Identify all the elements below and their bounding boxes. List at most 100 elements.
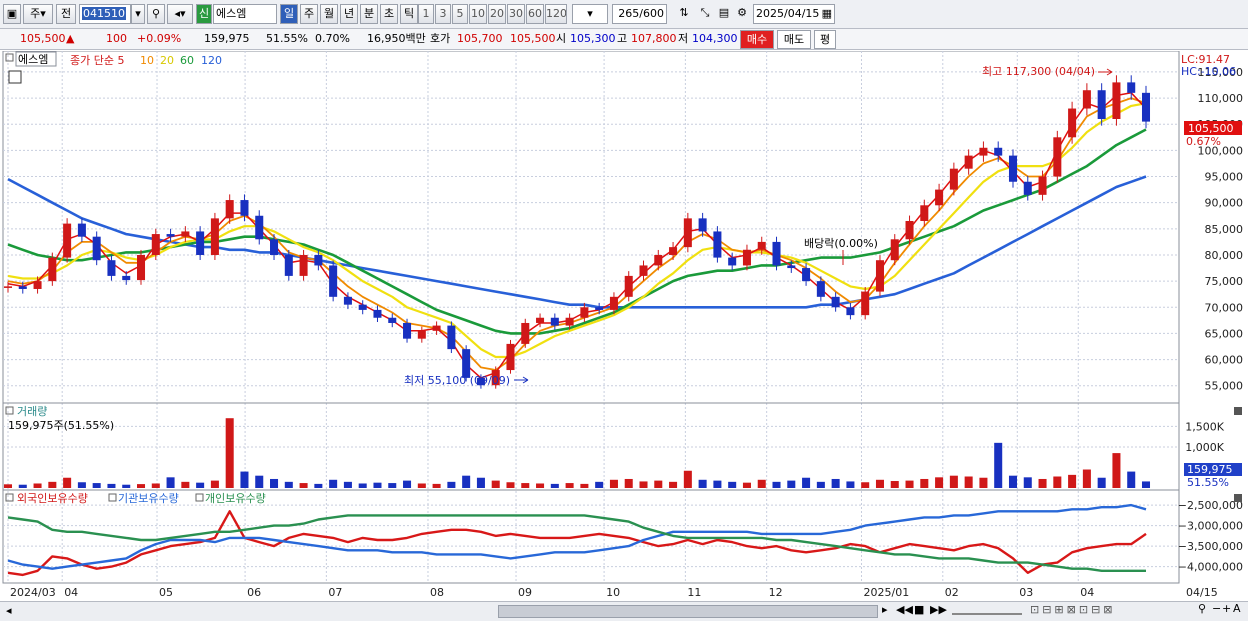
minute-tab-0[interactable]: 1 xyxy=(418,4,434,24)
minute-tab-6[interactable]: 60 xyxy=(526,4,544,24)
volume-bar xyxy=(137,484,146,488)
candle-body xyxy=(1082,90,1091,109)
volume-bar xyxy=(77,482,86,488)
candle-body xyxy=(388,317,397,323)
minute-tab-5[interactable]: 30 xyxy=(507,4,525,24)
candle-body xyxy=(329,265,338,297)
gear-icon[interactable]: ⚙ xyxy=(734,4,750,24)
volume-close-icon[interactable] xyxy=(1234,407,1242,415)
change-percent: +0.09% xyxy=(137,32,182,45)
scroll-right-icon[interactable]: ▸ xyxy=(882,603,888,616)
date-input[interactable]: 2025/04/15 ▦ xyxy=(753,4,835,24)
calendar-icon[interactable]: ▦ xyxy=(822,5,832,23)
candle-body xyxy=(314,254,323,266)
prev-button[interactable]: 전 xyxy=(56,4,76,24)
count-field[interactable]: 265/600 xyxy=(612,4,667,24)
zoom-out-icon[interactable]: − xyxy=(1212,602,1221,615)
zoom-icon[interactable]: ⇅ xyxy=(675,4,693,24)
candle-body xyxy=(831,296,840,308)
volume-bar xyxy=(299,483,308,488)
zoom-slider[interactable] xyxy=(952,607,1022,615)
candle-body xyxy=(802,268,811,282)
minute-tab-2[interactable]: 5 xyxy=(452,4,468,24)
volume-bar xyxy=(270,478,279,488)
candle-body xyxy=(595,307,604,310)
count-value: 265 xyxy=(618,7,640,20)
candle-body xyxy=(536,317,545,323)
volume-bar xyxy=(728,481,737,488)
volume-title: 거래량 xyxy=(17,405,47,418)
stop-icon[interactable]: ■ xyxy=(914,603,924,616)
layout-icon[interactable]: ▣ xyxy=(3,4,21,24)
minute-tab-3[interactable]: 10 xyxy=(469,4,487,24)
evaluate-button[interactable]: 평 xyxy=(814,30,836,49)
search-small-icon[interactable]: ⚲ xyxy=(1198,602,1206,615)
speaker-icon[interactable]: ◂▾ xyxy=(167,4,193,24)
candle-body xyxy=(772,241,781,266)
table-icon[interactable] xyxy=(8,70,22,84)
hc-value: HC:-10.06 xyxy=(1181,65,1236,78)
buy-button[interactable]: 매수 xyxy=(740,30,774,49)
candle-body xyxy=(1112,82,1121,119)
period-tab-1[interactable]: 주 xyxy=(300,4,318,24)
volume-bar xyxy=(240,471,249,488)
type-select[interactable]: 주▾ xyxy=(23,4,53,24)
minute-tab-4[interactable]: 20 xyxy=(488,4,506,24)
candle-body xyxy=(358,304,367,310)
candle-body xyxy=(122,275,131,281)
code-input[interactable]: 041510 xyxy=(79,4,131,24)
scroll-left-icon[interactable]: ◂ xyxy=(6,604,12,617)
code-dropdown-icon[interactable]: ▾ xyxy=(131,4,145,24)
volume-bar xyxy=(92,483,101,488)
price-tick-label: 55,000 xyxy=(1205,380,1244,393)
code-value: 041510 xyxy=(82,7,126,20)
candle-body xyxy=(225,200,234,219)
volume-bar xyxy=(1038,478,1047,488)
draw-tool-icon[interactable]: ⤡ xyxy=(696,4,714,24)
volume-bar xyxy=(624,478,633,488)
period-tab-4[interactable]: 분 xyxy=(360,4,378,24)
scroll-bar[interactable]: ◂ ▸ ◀◀ ■ ▶▶ ⊡⊟⊞⊠⊡⊟⊠ ⚲ − + A xyxy=(0,601,1248,621)
volume-bar xyxy=(1127,471,1136,488)
period-tab-0[interactable]: 일 xyxy=(280,4,298,24)
volume-bar xyxy=(506,482,515,488)
minute-tab-7[interactable]: 120 xyxy=(545,4,567,24)
turnover-rate: 0.70% xyxy=(315,32,350,45)
volume-bar xyxy=(772,481,781,488)
stock-name-field[interactable]: 에스엠 xyxy=(213,4,277,24)
fast-forward-icon[interactable]: ▶▶ xyxy=(930,603,947,616)
candle-body xyxy=(964,155,973,169)
volume-bar xyxy=(905,480,914,488)
institution-holding-label: 기관보유수량 xyxy=(118,492,179,505)
candle-body xyxy=(713,231,722,258)
zoom-in-icon[interactable]: + xyxy=(1222,602,1231,615)
search-icon[interactable]: ⚲ xyxy=(147,4,165,24)
candle-body xyxy=(255,215,264,240)
rewind-icon[interactable]: ◀◀ xyxy=(896,603,913,616)
holdings-close-icon[interactable] xyxy=(1234,494,1242,502)
drawing-tools-icon[interactable]: ⊡⊟⊞⊠⊡⊟⊠ xyxy=(1030,603,1116,616)
candle-body xyxy=(1008,155,1017,182)
volume-bar xyxy=(1097,477,1106,488)
candle-body xyxy=(550,317,559,326)
font-size-icon[interactable]: A xyxy=(1233,602,1241,615)
date-tick-label: 02 xyxy=(945,586,959,599)
period-tab-3[interactable]: 년 xyxy=(340,4,358,24)
date-tick-label: 10 xyxy=(606,586,620,599)
minute-tab-1[interactable]: 3 xyxy=(435,4,451,24)
volume-bar xyxy=(225,418,234,488)
period-tab-5[interactable]: 초 xyxy=(380,4,398,24)
save-icon[interactable]: ▤ xyxy=(716,4,732,24)
volume-bar xyxy=(63,477,72,488)
candle-body xyxy=(979,147,988,156)
period-tab-2[interactable]: 월 xyxy=(320,4,338,24)
scroll-thumb[interactable] xyxy=(498,605,878,618)
candle-body xyxy=(1053,137,1062,177)
candle-body xyxy=(846,307,855,316)
stock-chart[interactable]: 55,000 60,000 65,000 70,000 75,000 80,000 85,0… xyxy=(0,51,1248,601)
candle-body xyxy=(166,234,175,237)
ma60-label: 60 xyxy=(180,54,194,67)
minute-input[interactable]: ▾ xyxy=(572,4,608,24)
sell-button[interactable]: 매도 xyxy=(777,30,811,49)
period-tab-6[interactable]: 틱 xyxy=(400,4,418,24)
